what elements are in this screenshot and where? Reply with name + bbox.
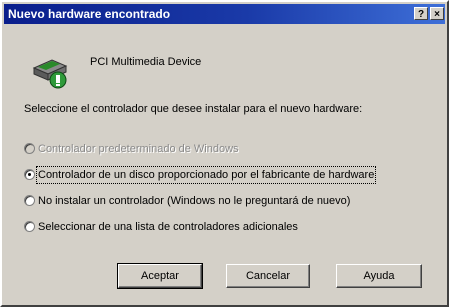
hardware-wizard-icon <box>32 59 68 89</box>
radio-default-driver[interactable] <box>24 143 35 154</box>
close-icon: × <box>434 9 440 20</box>
cancel-button[interactable]: Cancelar <box>226 264 310 288</box>
option-label: Seleccionar de una lista de controladore… <box>38 221 298 233</box>
new-hardware-dialog: Nuevo hardware encontrado ? × PCI Multim… <box>0 0 449 307</box>
radio-manufacturer-disk[interactable] <box>24 169 35 180</box>
help-button[interactable]: Ayuda <box>336 264 422 288</box>
option-label: No instalar un controlador (Windows no l… <box>38 195 351 207</box>
help-title-button[interactable]: ? <box>414 7 428 20</box>
window-title: Nuevo hardware encontrado <box>8 7 171 21</box>
title-bar[interactable]: Nuevo hardware encontrado ? × <box>4 4 445 24</box>
option-label: Controlador de un disco proporcionado po… <box>35 166 377 184</box>
close-button[interactable]: × <box>430 7 444 20</box>
device-name: PCI Multimedia Device <box>90 56 202 68</box>
option-label: Controlador predeterminado de Windows <box>38 143 239 155</box>
radio-select-list[interactable] <box>24 221 35 232</box>
question-mark-icon: ? <box>417 9 425 20</box>
ok-button[interactable]: Aceptar <box>117 263 203 289</box>
radio-no-driver[interactable] <box>24 195 35 206</box>
instruction-text: Seleccione el controlador que desee inst… <box>24 103 363 115</box>
